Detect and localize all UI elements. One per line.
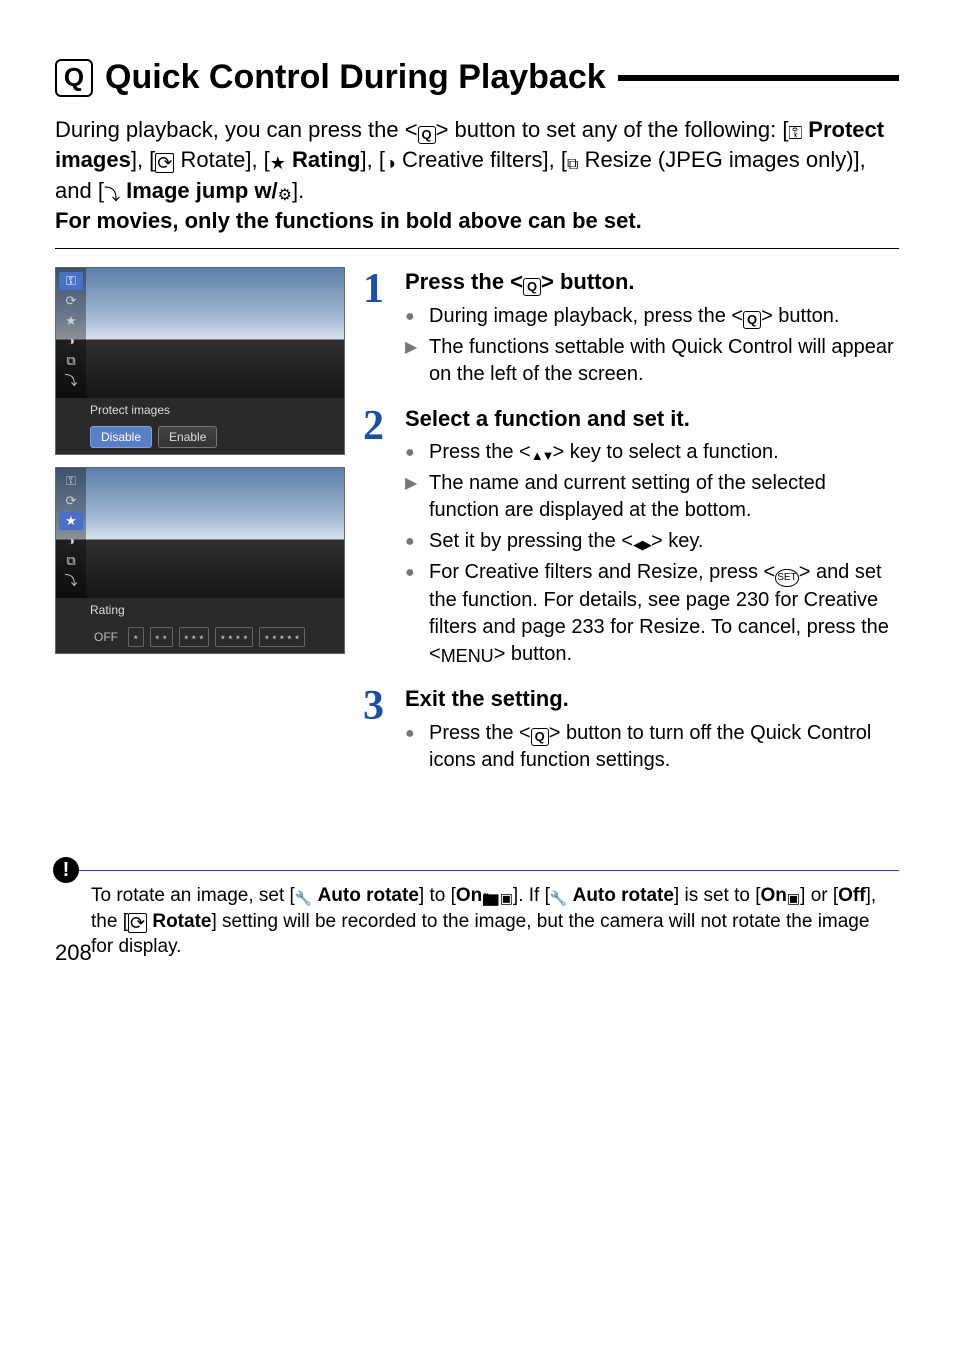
step-2: 2 Select a function and set it. ● Press … (363, 404, 899, 668)
list-item: ● Press the <> key to select a function. (405, 439, 899, 466)
note-box: ! To rotate an image, set [ Auto rotate]… (55, 870, 899, 960)
opt-star5: ⋆⋆⋆⋆⋆ (259, 627, 305, 647)
sidebar-jump-icon: ⤵ (59, 572, 83, 590)
star-icon (270, 151, 286, 175)
sidebar-creative-icon: ◑ (59, 332, 83, 350)
updown-key-icon (531, 447, 553, 465)
thumbnail-rating-sidebar: ⚿ ⟳ ★ ◑ ⧉ ⤵ (56, 468, 86, 598)
creative-icon (385, 151, 396, 175)
sidebar-rotate-icon: ⟳ (59, 292, 83, 310)
list-item: ● For Creative filters and Resize, press… (405, 559, 899, 668)
wrench-icon (550, 889, 567, 908)
sidebar-star-icon: ★ (59, 512, 83, 530)
step-1-number: 1 (363, 261, 384, 318)
bullet-icon: ● (405, 723, 415, 745)
opt-star3: ⋆⋆⋆ (179, 627, 210, 647)
bullet-icon: ● (405, 531, 415, 553)
heading-rule (618, 75, 899, 81)
list-item: ▶ The name and current setting of the se… (405, 470, 899, 524)
heading-title: Quick Control During Playback (105, 55, 606, 101)
opt-off: OFF (90, 629, 122, 645)
intro-paragraph: During playback, you can press the <Q> b… (55, 115, 899, 236)
bullet-icon: ● (405, 562, 415, 584)
menu-button-icon: MENU (441, 644, 494, 668)
thumbnail-protect-sidebar: ⚿ ⟳ ★ ◑ ⧉ ⤵ (56, 268, 86, 398)
display-icon (500, 889, 513, 908)
sidebar-star-icon: ★ (59, 312, 83, 330)
q-button-icon: Q (531, 728, 549, 746)
list-item: ● During image playback, press the <Q> b… (405, 303, 899, 330)
thumbnail-protect: ⚿ ⟳ ★ ◑ ⧉ ⤵ Protect images Disable Enabl… (55, 267, 345, 455)
opt-star4: ⋆⋆⋆⋆ (215, 627, 253, 647)
step-2-list: ● Press the <> key to select a function.… (405, 439, 899, 668)
wrench-icon (295, 889, 312, 908)
caution-icon: ! (53, 857, 79, 883)
q-icon: Q (55, 59, 93, 97)
page-heading: Q Quick Control During Playback (55, 55, 899, 101)
step-1-title: Press the <Q> button. (405, 267, 899, 297)
divider (55, 248, 899, 249)
list-item: ● Set it by pressing the <> key. (405, 528, 899, 555)
bullet-icon: ● (405, 442, 415, 464)
rotate-icon (155, 153, 174, 173)
step-1: 1 Press the <Q> button. ● During image p… (363, 267, 899, 388)
step-2-title: Select a function and set it. (405, 404, 899, 434)
display-icon (787, 889, 800, 908)
thumbnail-rating: ⚿ ⟳ ★ ◑ ⧉ ⤵ Rating OFF ⋆ ⋆⋆ ⋆⋆⋆ ⋆⋆⋆⋆ ⋆⋆⋆… (55, 467, 345, 653)
opt-star1: ⋆ (128, 627, 144, 647)
step-3-number: 3 (363, 678, 384, 735)
camera-icon (482, 889, 499, 908)
step-3-title: Exit the setting. (405, 684, 899, 714)
triangle-icon: ▶ (405, 337, 417, 359)
steps-column: 1 Press the <Q> button. ● During image p… (363, 267, 899, 790)
intro-bold-line: For movies, only the functions in bold a… (55, 208, 642, 233)
list-item: ▶ The functions settable with Quick Cont… (405, 334, 899, 388)
opt-disable: Disable (90, 426, 152, 448)
q-button-icon: Q (523, 278, 541, 296)
thumbnail-protect-bar: Protect images Disable Enable (56, 398, 344, 454)
dial-icon (278, 185, 292, 207)
sidebar-resize-icon: ⧉ (59, 352, 83, 370)
set-button-icon: SET (775, 569, 798, 587)
leftright-key-icon (633, 536, 651, 554)
q-button-icon: Q (743, 311, 761, 329)
sidebar-resize-icon: ⧉ (59, 552, 83, 570)
thumb-protect-label: Protect images (90, 402, 338, 418)
jump-icon (104, 185, 120, 207)
q-button-icon: Q (418, 126, 436, 144)
step-1-list: ● During image playback, press the <Q> b… (405, 303, 899, 388)
sidebar-jump-icon: ⤵ (59, 372, 83, 390)
sidebar-lock-icon: ⚿ (59, 272, 83, 290)
thumbnail-rating-image: ⚿ ⟳ ★ ◑ ⧉ ⤵ (56, 468, 344, 598)
thumbnail-rating-bar: Rating OFF ⋆ ⋆⋆ ⋆⋆⋆ ⋆⋆⋆⋆ ⋆⋆⋆⋆⋆ (56, 598, 344, 652)
sidebar-creative-icon: ◑ (59, 532, 83, 550)
triangle-icon: ▶ (405, 473, 417, 495)
thumb-rating-label: Rating (90, 602, 338, 618)
step-2-number: 2 (363, 398, 384, 455)
page-number: 208 (55, 938, 92, 968)
thumbnail-protect-image: ⚿ ⟳ ★ ◑ ⧉ ⤵ (56, 268, 344, 398)
lock-icon (788, 121, 802, 145)
sidebar-lock-icon: ⚿ (59, 472, 83, 490)
list-item: ● Press the <Q> button to turn off the Q… (405, 720, 899, 774)
rotate-icon (128, 913, 147, 933)
opt-enable: Enable (158, 426, 217, 448)
content-area: ⚿ ⟳ ★ ◑ ⧉ ⤵ Protect images Disable Enabl… (55, 267, 899, 790)
step-3-list: ● Press the <Q> button to turn off the Q… (405, 720, 899, 774)
sidebar-rotate-icon: ⟳ (59, 492, 83, 510)
resize-icon (567, 154, 578, 176)
bullet-icon: ● (405, 306, 415, 328)
thumbnails-column: ⚿ ⟳ ★ ◑ ⧉ ⤵ Protect images Disable Enabl… (55, 267, 345, 790)
opt-star2: ⋆⋆ (150, 627, 173, 647)
step-3: 3 Exit the setting. ● Press the <Q> butt… (363, 684, 899, 774)
